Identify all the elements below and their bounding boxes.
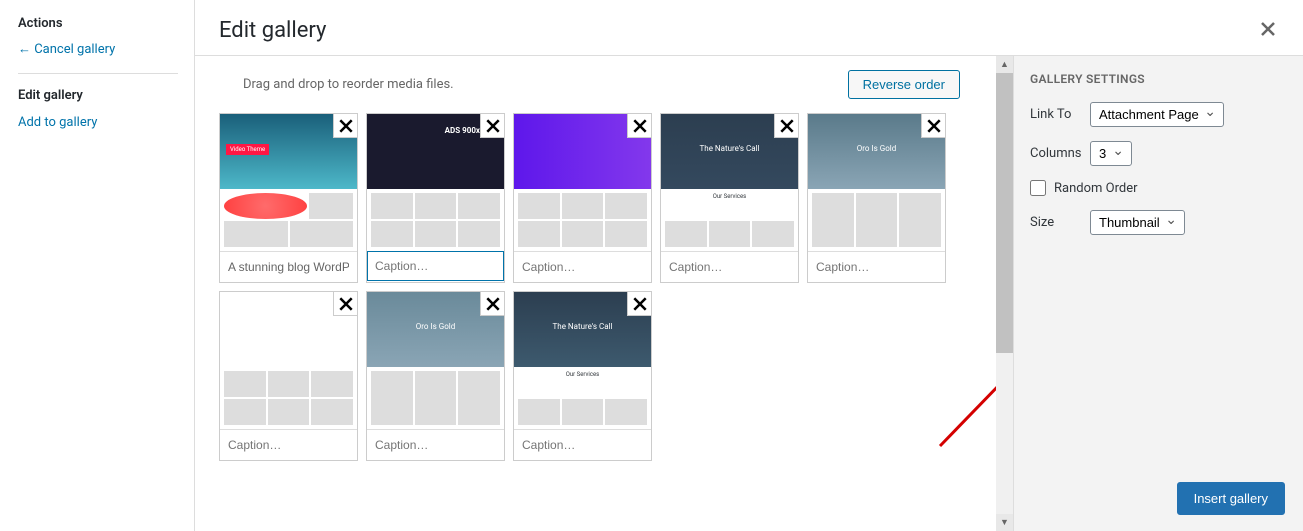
size-select[interactable]: Thumbnail [1090, 210, 1185, 235]
link-to-label: Link To [1030, 107, 1080, 122]
link-to-select[interactable]: Attachment Page [1090, 102, 1224, 127]
gallery-item[interactable]: Video Theme [219, 113, 358, 283]
gallery-item[interactable]: The Nature's Call Our Services [513, 291, 652, 461]
thumbnail[interactable]: Oro Is Gold [367, 292, 504, 429]
close-icon [926, 118, 942, 134]
gallery-item[interactable]: Oro Is Gold [807, 113, 946, 283]
size-row: Size Thumbnail [1030, 210, 1287, 235]
reorder-hint: Drag and drop to reorder media files. [243, 77, 454, 92]
thumbnail[interactable]: Video Theme [220, 114, 357, 251]
scroll-down-button[interactable]: ▼ [996, 514, 1013, 531]
thumb-text: The Nature's Call [514, 322, 651, 331]
caption-input[interactable] [514, 429, 651, 460]
reverse-order-button[interactable]: Reverse order [848, 70, 960, 99]
caption-input[interactable] [367, 251, 504, 281]
cancel-gallery-link[interactable]: ← Cancel gallery [18, 41, 178, 57]
thumb-text: Our Services [518, 371, 647, 397]
remove-item-button[interactable] [627, 292, 651, 316]
content-area: Drag and drop to reorder media files. Re… [195, 56, 1303, 531]
settings-heading: GALLERY SETTINGS [1030, 72, 1287, 86]
caption-input[interactable] [220, 429, 357, 460]
thumb-text: Oro Is Gold [367, 322, 504, 331]
gallery-item[interactable]: ADS 900x [366, 113, 505, 283]
gallery-item[interactable] [513, 113, 652, 283]
columns-select[interactable]: 3 [1090, 141, 1132, 166]
close-icon [338, 296, 354, 312]
thumbnail[interactable]: The Nature's Call Our Services [514, 292, 651, 429]
close-icon [632, 296, 648, 312]
page-title: Edit gallery [219, 18, 326, 43]
remove-item-button[interactable] [921, 114, 945, 138]
thumb-text: The Nature's Call [661, 144, 798, 153]
divider [18, 73, 178, 74]
footer: Insert gallery [1177, 482, 1285, 515]
sub-header: Drag and drop to reorder media files. Re… [219, 56, 984, 113]
caption-input[interactable] [367, 429, 504, 460]
gallery-item[interactable] [219, 291, 358, 461]
sidebar: Actions ← Cancel gallery Edit gallery Ad… [0, 0, 195, 531]
gallery-item[interactable]: The Nature's Call Our Services [660, 113, 799, 283]
random-order-row: Random Order [1030, 180, 1287, 196]
close-icon [485, 118, 501, 134]
actions-heading: Actions [18, 16, 178, 31]
gallery-area: Drag and drop to reorder media files. Re… [195, 56, 996, 531]
columns-row: Columns 3 [1030, 141, 1287, 166]
thumb-text: ADS 900x [445, 126, 480, 135]
edit-gallery-tab[interactable]: Edit gallery [18, 88, 178, 103]
thumbnail[interactable]: Oro Is Gold [808, 114, 945, 251]
header: Edit gallery [195, 0, 1303, 56]
scroll-track[interactable] [996, 73, 1013, 514]
main-panel: Edit gallery Drag and drop to reorder me… [195, 0, 1303, 531]
remove-item-button[interactable] [627, 114, 651, 138]
remove-item-button[interactable] [480, 114, 504, 138]
link-to-row: Link To Attachment Page [1030, 102, 1287, 127]
thumb-text: Our Services [665, 193, 794, 219]
close-icon [1261, 22, 1275, 36]
scroll-up-button[interactable]: ▲ [996, 56, 1013, 73]
remove-item-button[interactable] [480, 292, 504, 316]
caption-input[interactable] [661, 251, 798, 282]
scrollbar[interactable]: ▲ ▼ [996, 56, 1013, 531]
columns-label: Columns [1030, 146, 1080, 161]
remove-item-button[interactable] [333, 114, 357, 138]
random-order-checkbox[interactable] [1030, 180, 1046, 196]
remove-item-button[interactable] [774, 114, 798, 138]
thumb-badge: Video Theme [226, 144, 269, 155]
thumbnail[interactable]: ADS 900x [367, 114, 504, 251]
close-icon [632, 118, 648, 134]
close-icon [485, 296, 501, 312]
thumbnail[interactable] [514, 114, 651, 251]
random-order-label: Random Order [1054, 181, 1138, 196]
settings-panel: GALLERY SETTINGS Link To Attachment Page… [1013, 56, 1303, 531]
close-icon [779, 118, 795, 134]
add-to-gallery-tab[interactable]: Add to gallery [18, 115, 178, 130]
gallery-item[interactable]: Oro Is Gold [366, 291, 505, 461]
close-button[interactable] [1257, 16, 1279, 45]
scroll-thumb[interactable] [996, 73, 1013, 353]
gallery-grid: Video Theme ADS 900x [219, 113, 984, 461]
size-label: Size [1030, 215, 1080, 230]
caption-input[interactable] [220, 251, 357, 282]
caption-input[interactable] [514, 251, 651, 282]
thumbnail[interactable] [220, 292, 357, 429]
insert-gallery-button[interactable]: Insert gallery [1177, 482, 1285, 515]
caption-input[interactable] [808, 251, 945, 282]
remove-item-button[interactable] [333, 292, 357, 316]
thumb-text: Oro Is Gold [808, 144, 945, 153]
close-icon [338, 118, 354, 134]
thumbnail[interactable]: The Nature's Call Our Services [661, 114, 798, 251]
